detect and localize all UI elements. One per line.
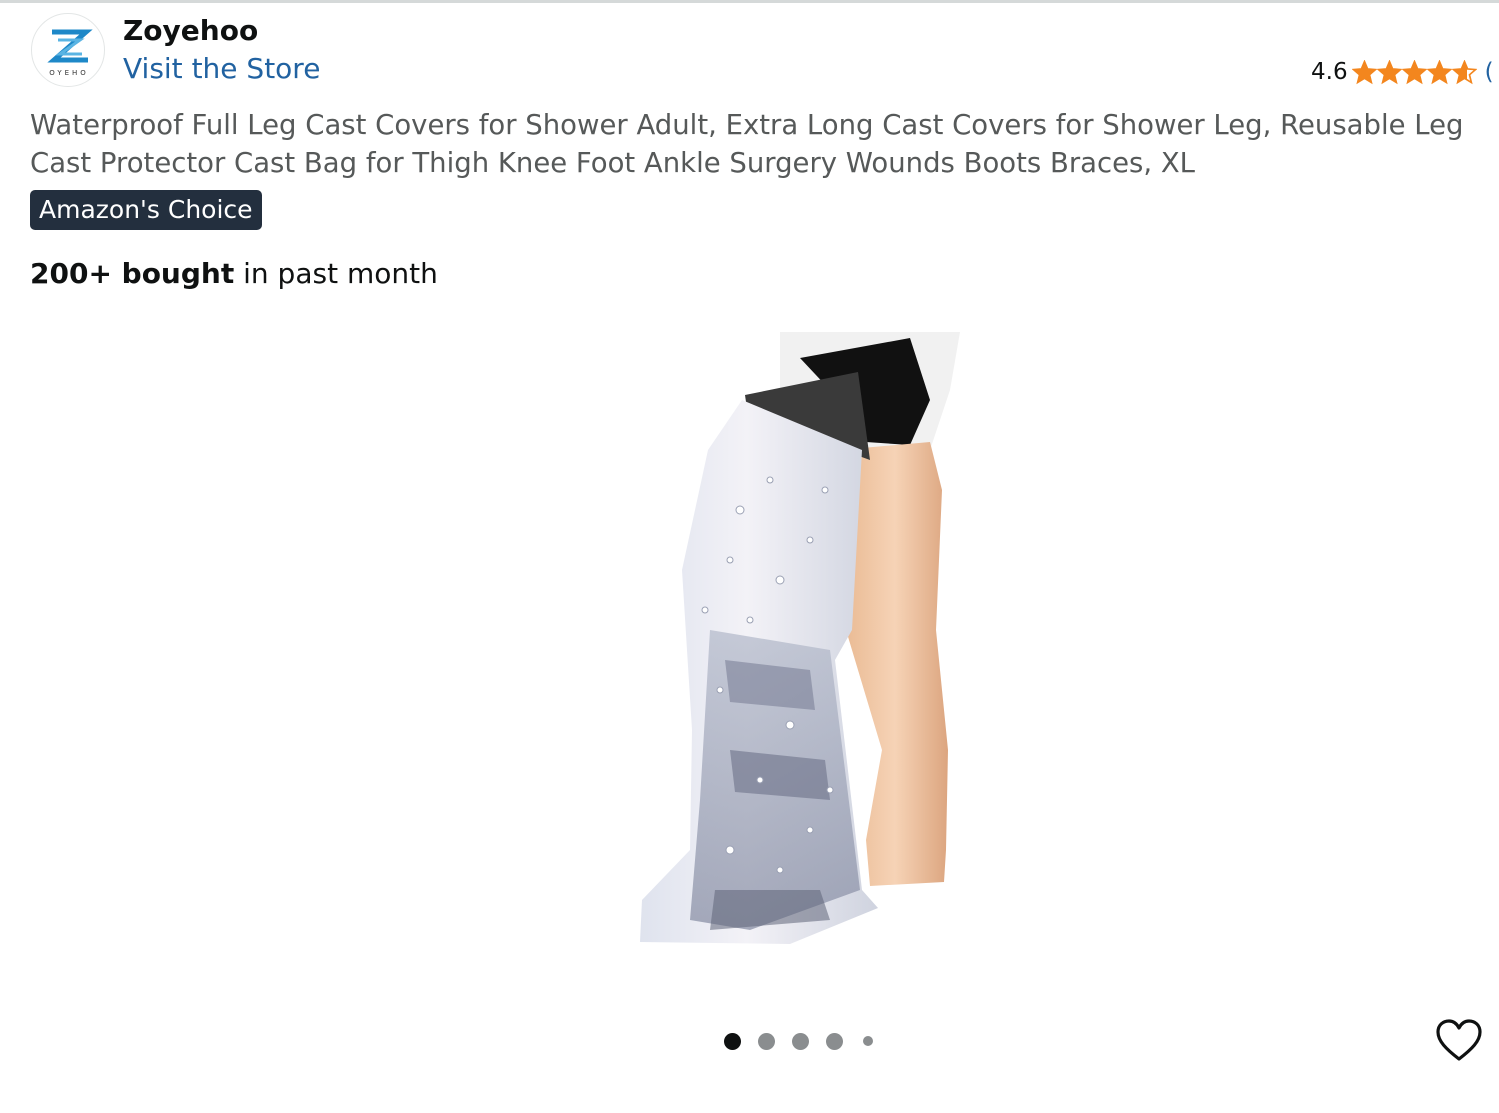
visit-store-link[interactable]: Visit the Store: [123, 52, 320, 86]
product-image[interactable]: [630, 330, 970, 950]
carousel-dot[interactable]: [757, 1032, 775, 1050]
amazons-choice-badge: Amazon's Choice: [30, 190, 262, 230]
star-icon: [1401, 59, 1427, 84]
bought-in-past-month: 200+ bought in past month: [30, 256, 438, 292]
brand-name: Zoyehoo: [123, 14, 259, 47]
product-page: OYEHO Zoyehoo Visit the Store 4.6 ( Wate…: [0, 0, 1499, 1113]
top-divider: [0, 0, 1499, 3]
leg-cast-cover-image: [640, 332, 960, 944]
star-icon: [1451, 59, 1477, 84]
rating-summary[interactable]: 4.6 (: [1311, 56, 1494, 88]
image-carousel-dots: [715, 1031, 885, 1051]
carousel-dot[interactable]: [825, 1032, 843, 1050]
zoyehoo-logo-icon: OYEHO: [47, 29, 93, 77]
heart-icon: [1436, 1019, 1482, 1061]
wishlist-button[interactable]: [1434, 1017, 1484, 1065]
bought-count: 200+ bought: [30, 257, 235, 290]
bought-period: in past month: [234, 257, 438, 290]
star-rating: [1351, 59, 1477, 85]
star-icon: [1376, 59, 1402, 84]
star-icon: [1426, 59, 1452, 84]
carousel-dot[interactable]: [863, 1036, 873, 1046]
product-title: Waterproof Full Leg Cast Covers for Show…: [30, 109, 1464, 179]
rating-count-link[interactable]: (: [1485, 59, 1494, 85]
rating-value: 4.6: [1311, 59, 1348, 85]
store-logo[interactable]: OYEHO: [31, 13, 105, 87]
carousel-dot[interactable]: [791, 1032, 809, 1050]
star-icon: [1351, 59, 1377, 84]
logo-text: OYEHO: [49, 69, 89, 77]
carousel-dot[interactable]: [723, 1032, 741, 1050]
